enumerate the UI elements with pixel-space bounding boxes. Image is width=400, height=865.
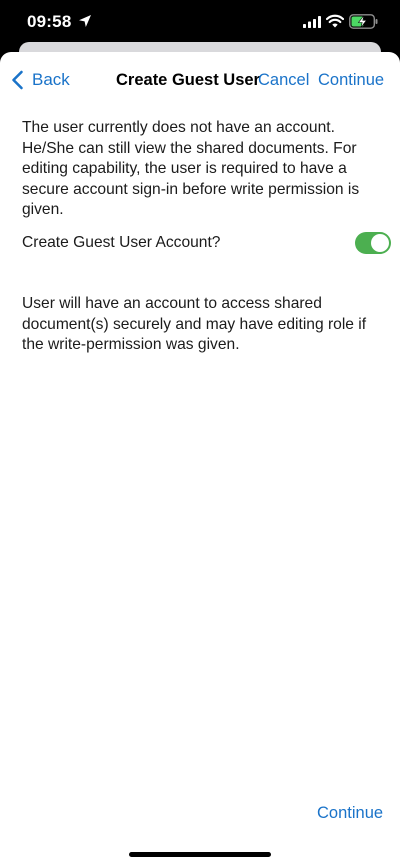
toggle-label: Create Guest User Account? (22, 234, 221, 251)
continue-button-bottom[interactable]: Continue (317, 804, 383, 823)
status-time: 09:58 (27, 12, 72, 31)
chevron-left-icon (12, 70, 23, 90)
modal-sheet: Back Create Guest User Cancel Continue T… (0, 52, 400, 865)
location-arrow-icon (79, 15, 91, 27)
cancel-button[interactable]: Cancel (258, 71, 309, 90)
status-bar: 09:58 (0, 0, 400, 44)
home-indicator (129, 852, 271, 857)
battery-charging-icon (349, 14, 378, 29)
back-button[interactable]: Back (11, 69, 70, 91)
back-label: Back (32, 70, 70, 89)
guest-account-info: User will have an account to access shar… (22, 295, 367, 354)
guest-account-toggle-row: Create Guest User Account? (22, 232, 392, 256)
page-title: Create Guest User (116, 71, 260, 89)
create-guest-account-toggle[interactable] (355, 232, 391, 254)
navigation-bar: Back Create Guest User Cancel Continue (0, 52, 400, 108)
toggle-knob (371, 234, 389, 252)
account-description: The user currently does not have an acco… (22, 119, 360, 219)
continue-button-top[interactable]: Continue (318, 71, 384, 90)
cellular-signal-icon (303, 16, 321, 28)
wifi-icon (326, 14, 344, 28)
